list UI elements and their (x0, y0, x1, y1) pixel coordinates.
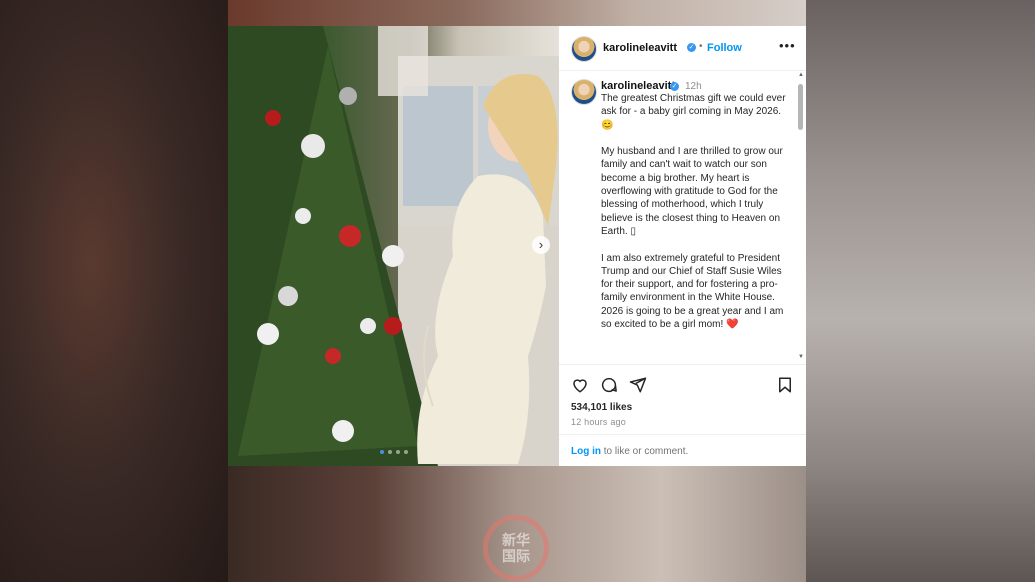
caption-text: The greatest Christmas gift we could eve… (601, 93, 786, 331)
blurred-background-top (228, 0, 806, 26)
blurred-background-right (806, 0, 1035, 582)
post-side-panel: karolineleavitt ✓ • Follow ••• karolinel… (559, 26, 806, 466)
likes-count[interactable]: 534,101 likes (571, 402, 632, 413)
heart-icon[interactable] (571, 376, 589, 394)
avatar[interactable] (571, 36, 597, 62)
follow-button[interactable]: Follow (707, 42, 742, 54)
blurred-background-left (0, 0, 228, 582)
header-username[interactable]: karolineleavitt (603, 42, 677, 54)
post-header: karolineleavitt ✓ • Follow ••• (559, 26, 806, 71)
carousel-dot (388, 450, 392, 454)
comment-icon[interactable] (600, 376, 618, 394)
chevron-right-icon: › (538, 237, 544, 252)
login-prompt-text: to like or comment. (601, 446, 689, 457)
caption-time: 12h (685, 81, 702, 92)
more-horizontal-icon[interactable]: ••• (779, 38, 796, 53)
caption-username[interactable]: karolineleavitt (601, 80, 675, 92)
caption-avatar[interactable] (571, 79, 597, 105)
post-time-ago: 12 hours ago (571, 417, 626, 427)
carousel-dot (396, 450, 400, 454)
login-link[interactable]: Log in (571, 446, 601, 457)
scroll-up-icon[interactable]: ▲ (798, 72, 804, 78)
verified-icon: ✓ (687, 43, 696, 52)
scrollbar-thumb[interactable] (798, 84, 803, 130)
carousel-dot (380, 450, 384, 454)
bookmark-icon[interactable] (776, 376, 794, 394)
post-photo (228, 26, 559, 466)
photo-illustration (228, 26, 559, 466)
carousel-dots (380, 450, 408, 454)
divider (559, 364, 806, 365)
watermark-text: 新华 国际 (502, 533, 530, 565)
header-separator: • (699, 41, 703, 52)
divider (559, 434, 806, 435)
login-prompt: Log in to like or comment. (571, 446, 688, 457)
carousel-dot (404, 450, 408, 454)
send-icon[interactable] (629, 376, 647, 394)
carousel-next-button[interactable]: › (532, 236, 550, 254)
scroll-down-icon[interactable]: ▼ (798, 354, 804, 360)
verified-icon: ✓ (670, 82, 679, 91)
